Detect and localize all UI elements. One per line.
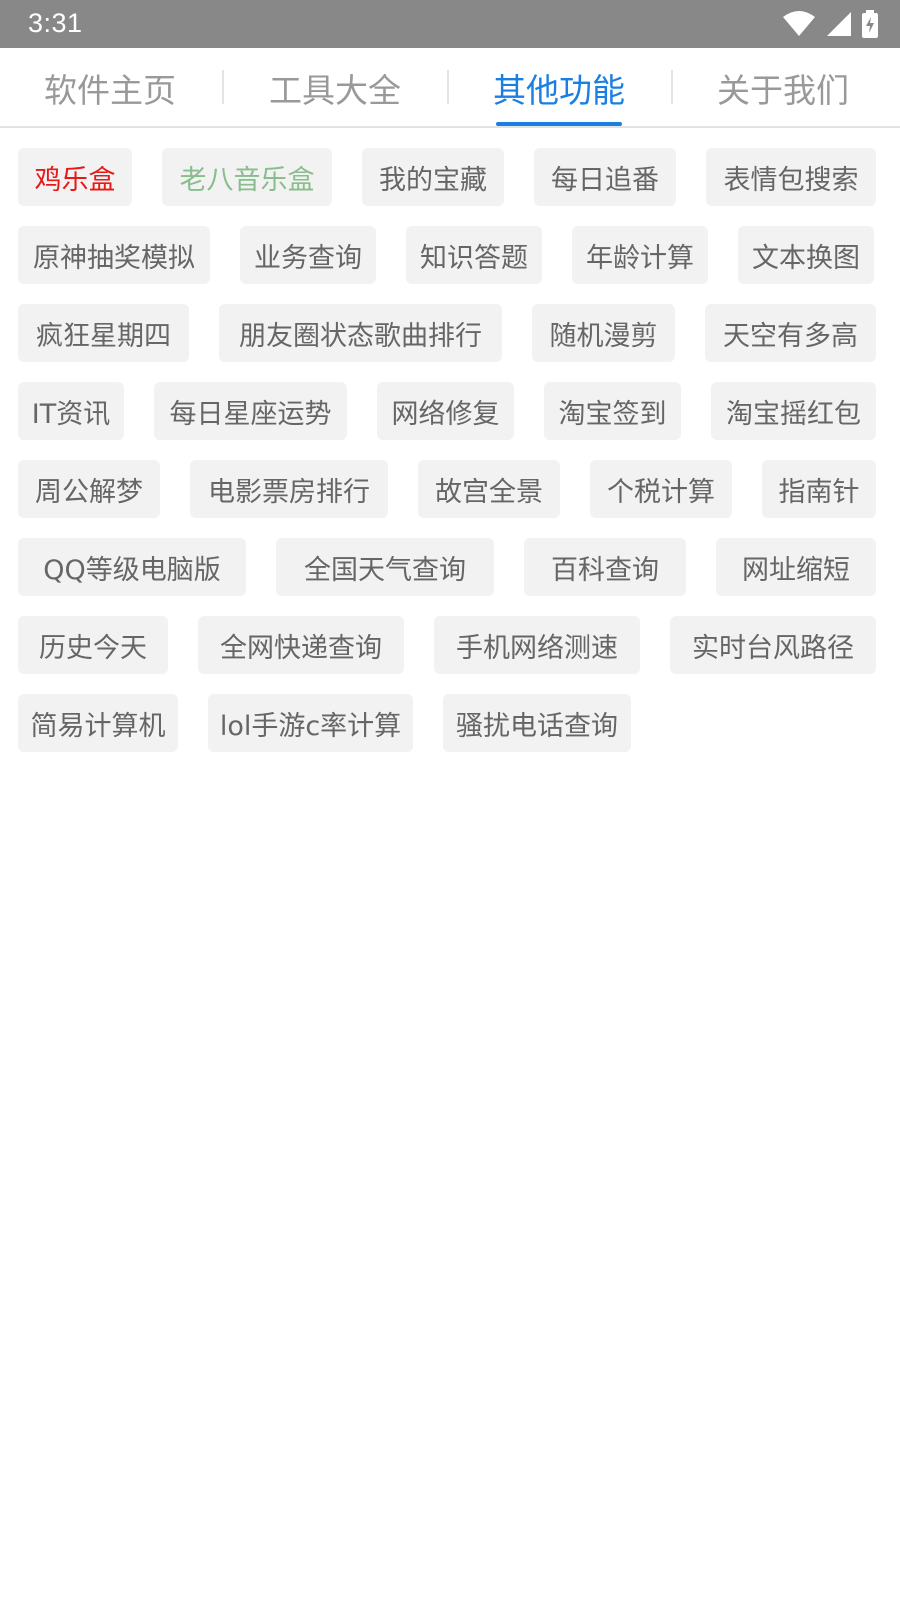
tag-item[interactable]: 简易计算机 (18, 694, 178, 752)
tag-item[interactable]: 百科查询 (524, 538, 686, 596)
tag-item[interactable]: IT资讯 (18, 382, 124, 440)
tag-item[interactable]: QQ等级电脑版 (18, 538, 246, 596)
tag-item[interactable]: 全网快递查询 (198, 616, 404, 674)
tag-item[interactable]: 网址缩短 (716, 538, 876, 596)
tag-item[interactable]: 周公解梦 (18, 460, 160, 518)
tag-item[interactable]: 骚扰电话查询 (443, 694, 631, 752)
tab-bar: 软件主页 工具大全 其他功能 关于我们 (0, 48, 900, 128)
tag-item[interactable]: 疯狂星期四 (18, 304, 189, 362)
tag-item[interactable]: 网络修复 (377, 382, 514, 440)
status-bar: 3:31 (0, 0, 900, 48)
tab-about-us[interactable]: 关于我们 (688, 48, 878, 128)
tag-item[interactable]: 故宫全景 (418, 460, 560, 518)
tag-item[interactable]: 年龄计算 (572, 226, 708, 284)
tab-divider (447, 70, 449, 104)
tag-item[interactable]: 实时台风路径 (670, 616, 876, 674)
tag-item[interactable]: lol手游c率计算 (208, 694, 413, 752)
tab-software-home[interactable]: 软件主页 (15, 48, 205, 128)
tab-other-features[interactable]: 其他功能 (464, 48, 654, 128)
tag-item[interactable]: 鸡乐盒 (18, 148, 132, 206)
tag-item[interactable]: 文本换图 (738, 226, 874, 284)
tab-divider (671, 70, 673, 104)
status-time: 3:31 (28, 8, 83, 38)
tag-item[interactable]: 每日追番 (534, 148, 676, 206)
tag-item[interactable]: 原神抽奖模拟 (18, 226, 210, 284)
battery-charging-icon (862, 10, 878, 38)
tag-item[interactable]: 我的宝藏 (362, 148, 504, 206)
tag-item[interactable]: 淘宝摇红包 (711, 382, 876, 440)
status-icons (782, 9, 878, 39)
tag-item[interactable]: 天空有多高 (705, 304, 876, 362)
tag-item[interactable]: 全国天气查询 (276, 538, 494, 596)
tag-item[interactable]: 电影票房排行 (190, 460, 388, 518)
tag-item[interactable]: 随机漫剪 (532, 304, 675, 362)
tag-item[interactable]: 手机网络测速 (434, 616, 640, 674)
tag-item[interactable]: 知识答题 (406, 226, 542, 284)
tag-item[interactable]: 历史今天 (18, 616, 168, 674)
tab-tools[interactable]: 工具大全 (240, 48, 430, 128)
tag-item[interactable]: 业务查询 (240, 226, 376, 284)
cellular-signal-icon (827, 12, 851, 36)
tag-item[interactable]: 每日星座运势 (154, 382, 347, 440)
tag-item[interactable]: 老八音乐盒 (162, 148, 332, 206)
tab-divider (222, 70, 224, 104)
tag-item[interactable]: 指南针 (762, 460, 876, 518)
wifi-icon (783, 11, 815, 36)
tag-item[interactable]: 个税计算 (590, 460, 732, 518)
tag-item[interactable]: 朋友圈状态歌曲排行 (219, 304, 502, 362)
tag-item[interactable]: 表情包搜索 (706, 148, 876, 206)
tag-item[interactable]: 淘宝签到 (544, 382, 681, 440)
active-tab-indicator (496, 122, 622, 126)
